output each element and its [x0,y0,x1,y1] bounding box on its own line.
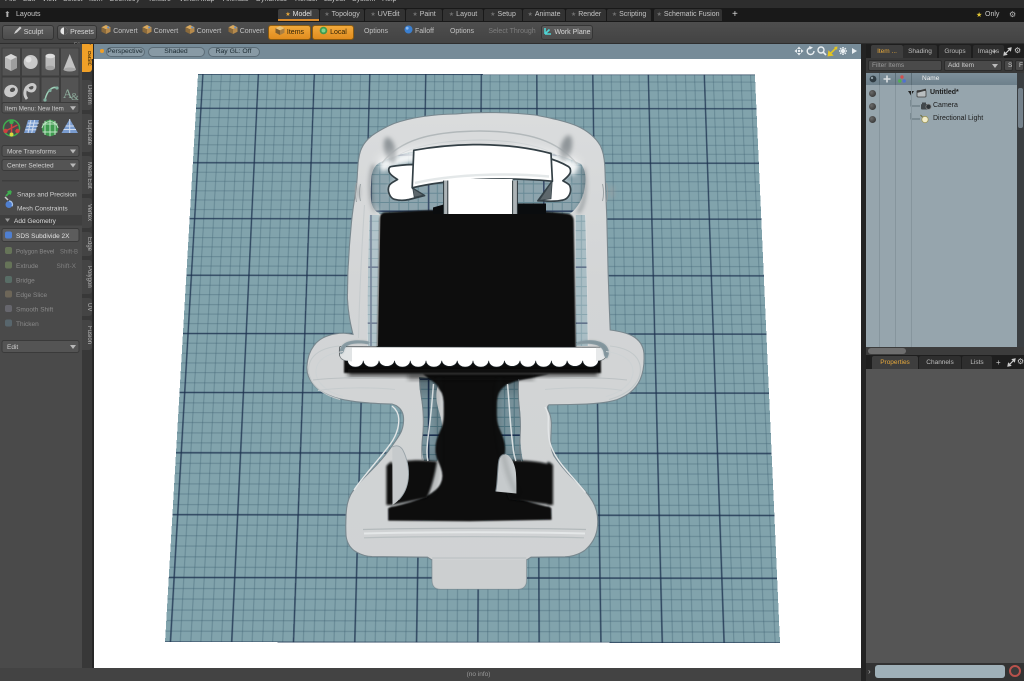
svg-text:Smooth Shift: Smooth Shift [16,307,53,314]
svg-text:Extrude: Extrude [16,263,39,270]
svg-text:Edge Slice: Edge Slice [16,292,47,299]
svg-text:Snaps and Precision: Snaps and Precision [17,192,77,199]
svg-text:Thicken: Thicken [16,321,39,328]
svg-text:Mesh Constraints: Mesh Constraints [17,206,68,213]
svg-text:Polygon Bevel: Polygon Bevel [16,250,54,256]
svg-text:Bridge: Bridge [16,278,35,285]
svg-text:More Transforms: More Transforms [7,149,57,156]
svg-text:Edit: Edit [7,344,18,351]
svg-text:Shift-B: Shift-B [60,250,78,256]
svg-text:Shift-X: Shift-X [56,263,76,270]
svg-text:Add Geometry: Add Geometry [14,218,57,225]
svg-text:Center Selected: Center Selected [7,163,54,170]
svg-text:&: & [71,92,79,103]
svg-text:Item Menu: New Item: Item Menu: New Item [5,105,64,112]
svg-text:SDS Subdivide 2X: SDS Subdivide 2X [16,233,70,240]
